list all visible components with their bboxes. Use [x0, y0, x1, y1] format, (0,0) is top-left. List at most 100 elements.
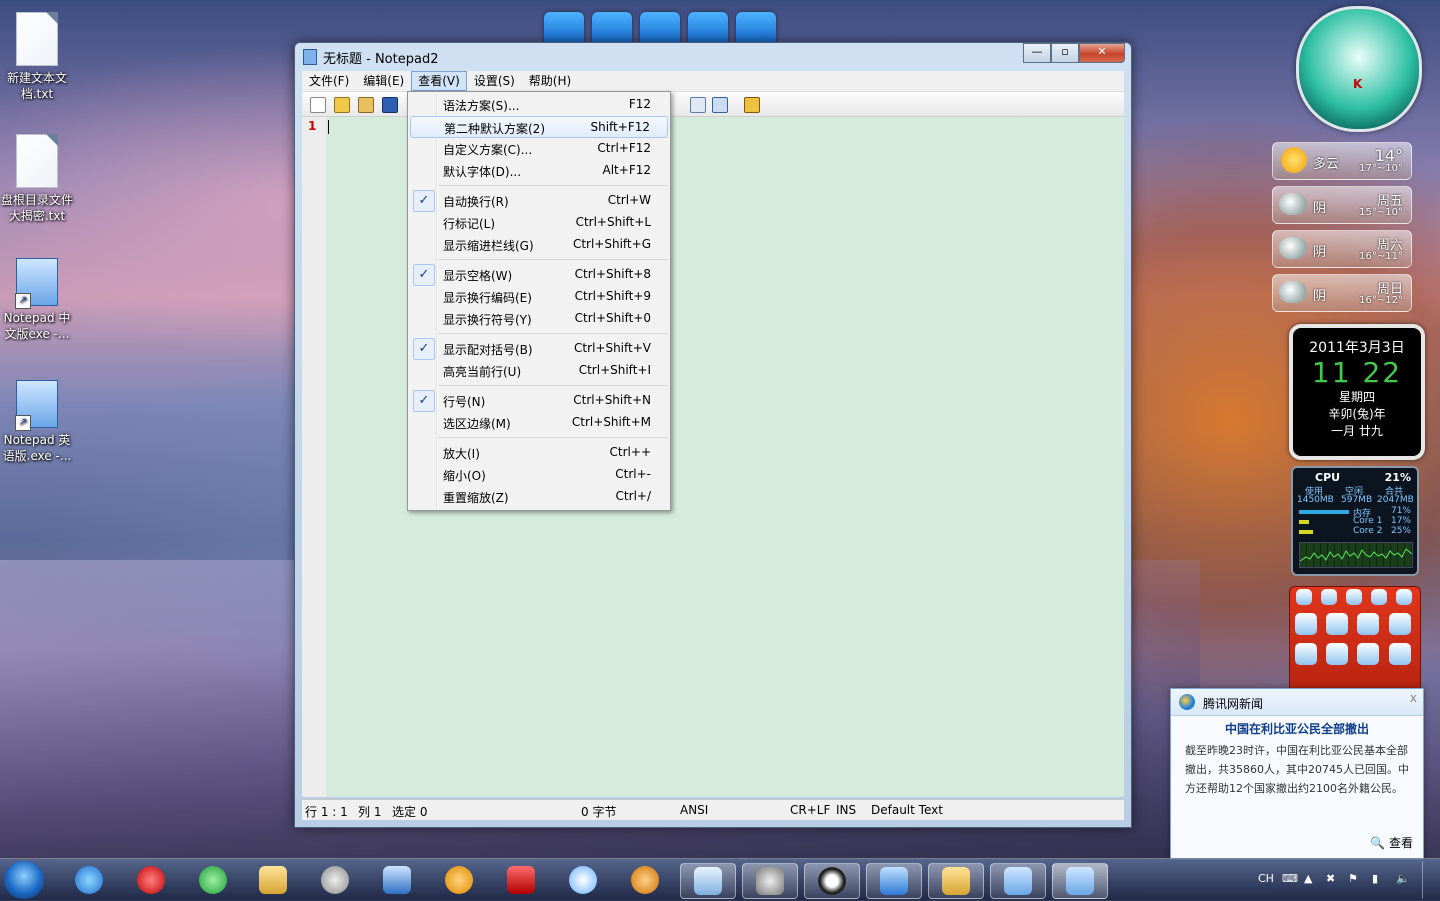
weather-range: 15°~10°	[1359, 207, 1403, 218]
weather-day-2[interactable]: 阴 周五 15°~10°	[1272, 186, 1412, 224]
menu-item-zoom-out[interactable]: 缩小(O) Ctrl+-	[410, 464, 668, 484]
close-button[interactable]: ✕	[1079, 43, 1125, 63]
browse-icon[interactable]	[358, 97, 374, 113]
taskbar-opera[interactable]	[124, 863, 178, 897]
menu-view[interactable]: 查看(V)	[411, 71, 467, 91]
menu-item-long-line-marker[interactable]: 行标记(L) Ctrl+Shift+L	[410, 212, 668, 232]
taskbar-window[interactable]	[680, 863, 736, 899]
minimize-button[interactable]: —	[1023, 43, 1051, 63]
mem-free: 597MB	[1341, 495, 1373, 505]
news-headline[interactable]: 中国在利比亚公民全部撤出	[1171, 720, 1423, 737]
menu-item-syntax-scheme[interactable]: 语法方案(S)... F12	[410, 94, 668, 114]
taskbar-window[interactable]	[990, 863, 1046, 899]
status-ins-mode[interactable]: INS	[836, 803, 856, 817]
menu-item-reset-zoom[interactable]: 重置缩放(Z) Ctrl+/	[410, 486, 668, 506]
taskbar-window[interactable]	[866, 863, 922, 899]
desktop-icon-root-secret[interactable]: 盘根目录文件大揭密.txt	[1, 134, 73, 224]
cpu-meter-gadget[interactable]: CPU 21% 使用 空闲 合共 1450MB 597MB 2047MB 内存 …	[1291, 466, 1419, 576]
launcher-app-icon[interactable]	[1396, 589, 1412, 605]
menu-item-selection-margin[interactable]: 选区边缘(M) Ctrl+Shift+M	[410, 412, 668, 432]
calendar-clock-gadget[interactable]: 2011年3月3日 11 22 星期四 辛卯(兔)年 一月 廿九	[1289, 324, 1425, 460]
launcher-app-icon[interactable]	[1321, 589, 1337, 605]
desktop-icon-new-text[interactable]: 新建文本文档.txt	[1, 12, 73, 102]
taskbar-notepad2[interactable]	[1052, 863, 1108, 899]
line-select-icon[interactable]	[712, 97, 728, 113]
show-desktop-button[interactable]	[1422, 861, 1437, 899]
taskbar-window[interactable]	[742, 863, 798, 899]
volume-icon[interactable]: 🔈	[1396, 872, 1410, 885]
scheme-config-icon[interactable]	[690, 97, 706, 113]
news-view-more[interactable]: 🔍 查看	[1370, 834, 1413, 851]
exit-icon[interactable]	[744, 97, 760, 113]
taskbar-media[interactable]	[308, 863, 362, 897]
open-file-icon[interactable]	[334, 97, 350, 113]
text-file-icon	[16, 134, 58, 188]
launcher-app-icon[interactable]	[1326, 643, 1348, 665]
clock-lunar-year: 辛卯(兔)年	[1328, 407, 1386, 421]
taskbar-app[interactable]	[370, 863, 424, 897]
weather-day-4[interactable]: 阴 周日 16°~12°	[1272, 274, 1412, 312]
launcher-app-icon[interactable]	[1389, 643, 1411, 665]
menu-item-match-braces[interactable]: ✓ 显示配对括号(B) Ctrl+Shift+V	[410, 338, 668, 360]
title-bar[interactable]: 无标题 - Notepad2 — ▫ ✕	[295, 43, 1131, 69]
weather-today[interactable]: 多云 14° 17°~10°	[1272, 142, 1412, 180]
menu-help[interactable]: 帮助(H)	[522, 71, 578, 91]
launcher-app-icon[interactable]	[1296, 589, 1312, 605]
status-position: 行 1 : 1	[305, 805, 348, 819]
show-hidden-icons-icon[interactable]: ▲	[1304, 872, 1312, 885]
new-file-icon[interactable]	[310, 97, 326, 113]
battery-icon[interactable]: ▮	[1372, 872, 1378, 885]
menu-edit[interactable]: 编辑(E)	[356, 71, 411, 91]
menu-item-show-eol-code[interactable]: 显示换行编码(E) Ctrl+Shift+9	[410, 286, 668, 306]
launcher-app-icon[interactable]	[1357, 643, 1379, 665]
taskbar-explorer[interactable]	[246, 863, 300, 897]
taskbar-kaspersky[interactable]	[494, 863, 548, 897]
weather-day-3[interactable]: 阴 周六 16°~11°	[1272, 230, 1412, 268]
menu-item-shortcut: Ctrl+Shift+I	[578, 363, 651, 377]
status-eol[interactable]: CR+LF	[790, 803, 830, 817]
taskbar-qq[interactable]	[804, 863, 860, 899]
desktop-icon-notepad-cn[interactable]: ↗ Notepad 中文版exe -...	[1, 258, 73, 342]
desktop-icon-notepad-en[interactable]: ↗ Notepad 英语版.exe -...	[1, 380, 73, 464]
menu-item-zoom-in[interactable]: 放大(I) Ctrl++	[410, 442, 668, 462]
menu-item-default-font[interactable]: 默认字体(D)... Alt+F12	[410, 160, 668, 180]
taskbar-browser[interactable]	[186, 863, 240, 897]
security-meter-gadget[interactable]: K	[1296, 6, 1422, 132]
taskbar-window[interactable]	[928, 863, 984, 899]
menu-item-custom-scheme[interactable]: 自定义方案(C)... Ctrl+F12	[410, 138, 668, 158]
qq-icon[interactable]	[1295, 613, 1317, 635]
notepad-icon: ↗	[15, 380, 58, 431]
language-indicator[interactable]: CH	[1258, 872, 1274, 885]
action-center-flag-icon[interactable]: ⚑	[1348, 872, 1358, 885]
taskbar-music[interactable]	[432, 863, 486, 897]
taskbar-ie[interactable]	[62, 863, 116, 897]
launcher-app-icon[interactable]	[1389, 613, 1411, 635]
menu-item-highlight-current-line[interactable]: 高亮当前行(U) Ctrl+Shift+I	[410, 360, 668, 380]
launcher-app-icon[interactable]	[1326, 613, 1348, 635]
menu-item-word-wrap[interactable]: ✓ 自动换行(R) Ctrl+W	[410, 190, 668, 212]
save-icon[interactable]	[382, 97, 398, 113]
launcher-app-icon[interactable]	[1371, 589, 1387, 605]
menu-item-show-whitespace[interactable]: ✓ 显示空格(W) Ctrl+Shift+8	[410, 264, 668, 286]
network-icon[interactable]: ✖	[1326, 872, 1335, 885]
menu-file[interactable]: 文件(F)	[302, 71, 356, 91]
taskbar-webcam[interactable]	[618, 863, 672, 897]
menu-item-show-wrap-symbols[interactable]: 显示换行符号(Y) Ctrl+Shift+0	[410, 308, 668, 328]
start-button[interactable]	[4, 861, 44, 899]
menu-settings[interactable]: 设置(S)	[467, 71, 522, 91]
taskbar-penguin[interactable]	[556, 863, 610, 897]
launcher-app-icon[interactable]	[1346, 589, 1362, 605]
menu-item-indent-guides[interactable]: 显示缩进栏线(G) Ctrl+Shift+G	[410, 234, 668, 254]
status-encoding[interactable]: ANSI	[680, 803, 708, 817]
status-scheme[interactable]: Default Text	[871, 803, 943, 817]
text-file-icon	[16, 12, 58, 66]
menu-item-second-default-scheme[interactable]: 第二种默认方案(2) Shift+F12	[410, 116, 668, 138]
close-icon[interactable]: x	[1410, 691, 1417, 705]
maximize-button[interactable]: ▫	[1051, 43, 1079, 63]
notepad-app-icon[interactable]	[303, 49, 317, 65]
menu-separator	[438, 333, 668, 334]
keyboard-icon[interactable]: ⌨	[1282, 872, 1298, 885]
launcher-app-icon[interactable]	[1357, 613, 1379, 635]
menu-item-line-numbers[interactable]: ✓ 行号(N) Ctrl+Shift+N	[410, 390, 668, 412]
launcher-app-icon[interactable]	[1295, 643, 1317, 665]
